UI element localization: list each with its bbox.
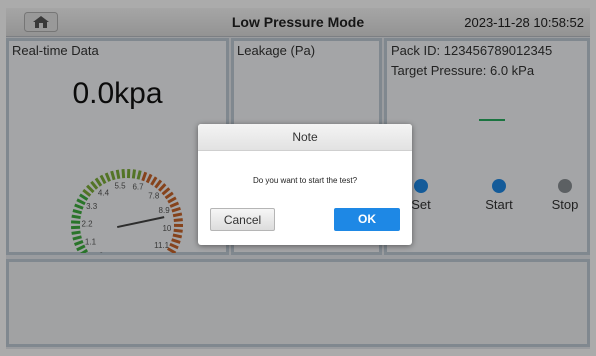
confirm-dialog: Note Do you want to start the test? Canc… — [198, 124, 412, 245]
dialog-title: Note — [198, 124, 412, 151]
cancel-button[interactable]: Cancel — [210, 208, 275, 231]
dialog-message: Do you want to start the test? — [252, 176, 358, 185]
ok-button[interactable]: OK — [334, 208, 400, 231]
